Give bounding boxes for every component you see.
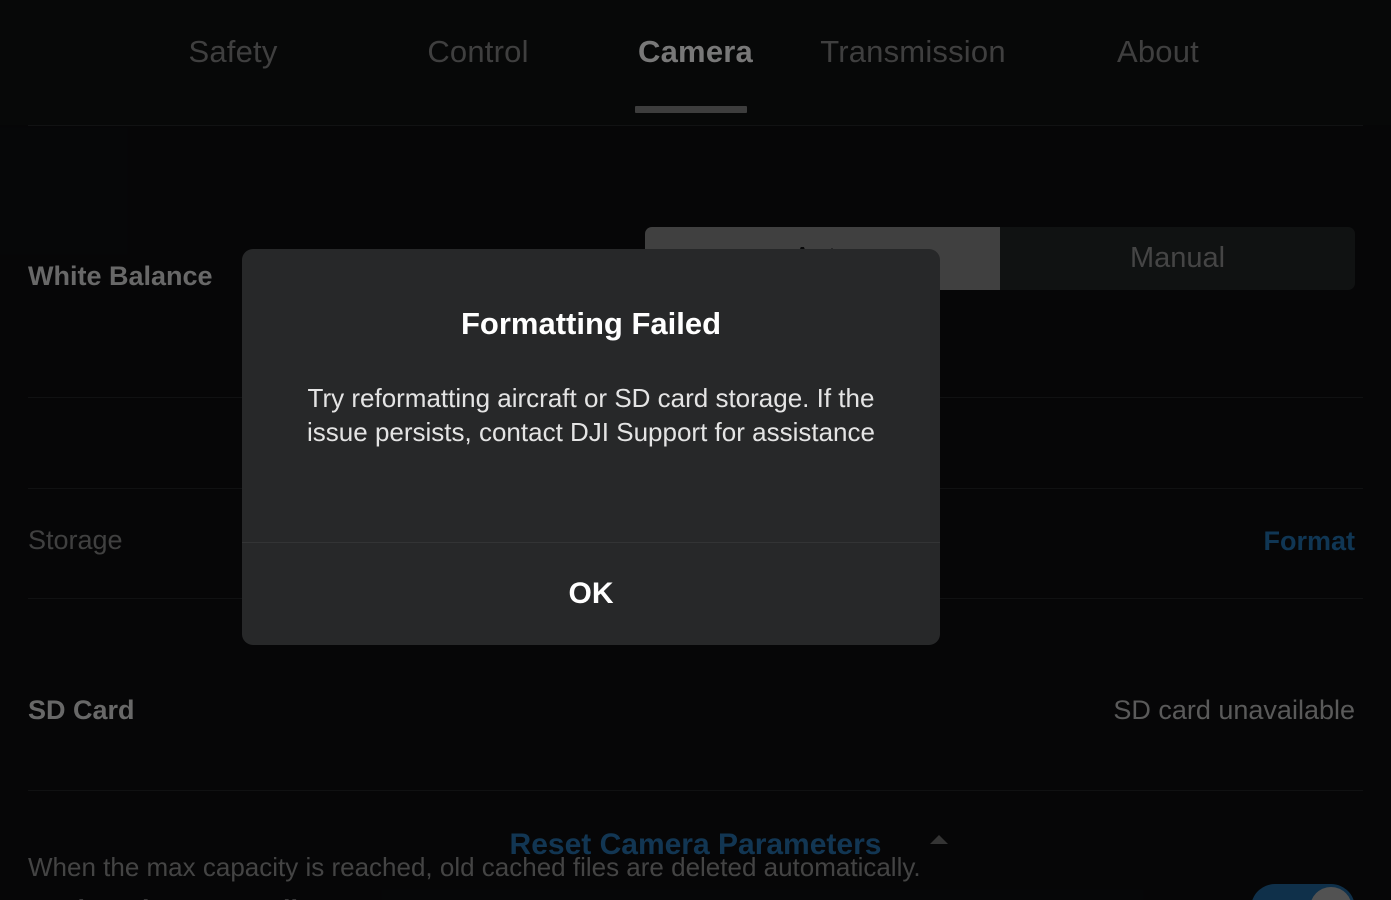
dialog-title: Formatting Failed <box>460 306 722 341</box>
dialog-ok-button[interactable]: OK <box>242 543 940 645</box>
formatting-failed-dialog: Formatting Failed Try reformatting aircr… <box>242 249 940 645</box>
dialog-message: Try reformatting aircraft or SD card sto… <box>307 383 875 447</box>
settings-screen: Safety Control Camera Transmission About… <box>0 0 1391 900</box>
